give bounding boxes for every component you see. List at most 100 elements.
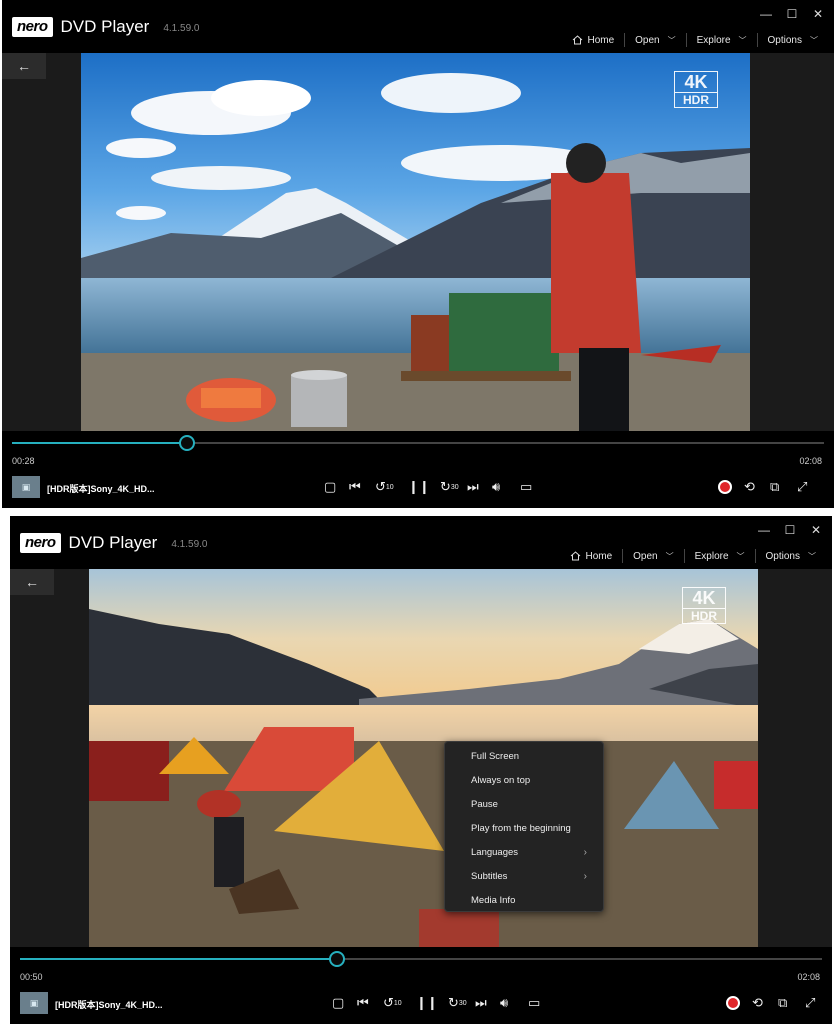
minimize-button[interactable]: — xyxy=(754,522,774,538)
seek-bar[interactable] xyxy=(12,435,824,451)
menu-home-label: Home xyxy=(585,550,613,562)
menu-home[interactable]: Home xyxy=(560,548,622,564)
picture-in-picture-icon: ⧉ xyxy=(778,995,788,1010)
subtitles-button[interactable]: ▭ xyxy=(520,478,532,496)
stop-button[interactable]: ▢ xyxy=(332,994,344,1012)
menu-explore-label: Explore xyxy=(696,34,731,46)
rewind-button[interactable]: ↺ 10 xyxy=(375,478,394,496)
minimize-button[interactable]: — xyxy=(756,6,776,22)
volume-button[interactable]: 🔊︎ xyxy=(492,478,500,496)
context-item-subtitles[interactable]: Subtitles › xyxy=(445,865,603,889)
rewind-10-icon: ↺ xyxy=(383,995,394,1010)
top-menu: Home Open ﹀ Explore ﹀ Options ﹀ xyxy=(562,32,828,48)
home-icon xyxy=(573,35,583,45)
picture-in-picture-icon: ⧉ xyxy=(770,479,780,494)
fullscreen-button[interactable]: ⤢ xyxy=(805,994,815,1012)
media-thumbnail[interactable]: ▣ xyxy=(12,476,40,498)
context-item-languages[interactable]: Languages › xyxy=(445,841,603,865)
record-button[interactable] xyxy=(718,478,732,496)
app-logo: nero DVD Player 4.1.59.0 xyxy=(20,533,207,553)
menu-options[interactable]: Options ﹀ xyxy=(756,548,826,564)
repeat-button[interactable]: ⟲ xyxy=(752,994,763,1012)
app-title: DVD Player xyxy=(60,17,150,36)
chevron-right-icon: › xyxy=(583,871,587,882)
nero-logo: nero xyxy=(12,17,53,37)
subtitles-icon: ▭ xyxy=(528,995,541,1010)
back-button[interactable]: ← xyxy=(10,569,54,595)
menu-explore[interactable]: Explore ﹀ xyxy=(685,548,755,564)
volume-button[interactable]: 🔊︎ xyxy=(500,994,508,1012)
forward-30-icon: ↻ xyxy=(448,995,459,1010)
media-thumbnail[interactable]: ▣ xyxy=(20,992,48,1014)
seek-bar-played xyxy=(20,958,337,960)
close-button[interactable]: ✕ xyxy=(808,6,828,22)
context-item-pause[interactable]: Pause xyxy=(445,793,603,817)
context-item-full-screen[interactable]: Full Screen xyxy=(445,745,603,769)
context-item-label: Full Screen xyxy=(471,751,520,762)
previous-button[interactable]: ⏮ xyxy=(349,478,361,496)
skip-next-icon: ⏭ xyxy=(467,479,479,494)
chevron-right-icon: › xyxy=(583,847,587,858)
seek-bar[interactable] xyxy=(20,951,822,967)
context-item-play-from-beginning[interactable]: Play from the beginning xyxy=(445,817,603,841)
video-scene-campsite-sunset xyxy=(89,569,758,947)
maximize-button[interactable]: ☐ xyxy=(782,6,802,22)
pause-button[interactable]: ❙❙ xyxy=(416,994,438,1012)
rewind-button[interactable]: ↺ 10 xyxy=(383,994,402,1012)
rewind-seconds: 10 xyxy=(393,999,402,1007)
media-file-name: [HDR版本]Sony_4K_HD... xyxy=(55,1000,163,1010)
next-button[interactable]: ⏭ xyxy=(475,994,487,1012)
repeat-icon: ⟲ xyxy=(752,995,763,1010)
window-controls: — ☐ ✕ xyxy=(756,6,828,22)
context-menu: Full Screen Always on top Pause Play fro… xyxy=(444,741,604,912)
back-button[interactable]: ← xyxy=(2,53,46,79)
video-frame[interactable]: 4K HDR xyxy=(81,53,750,431)
context-item-media-info[interactable]: Media Info xyxy=(445,889,603,913)
seek-handle[interactable] xyxy=(328,951,345,967)
pause-button[interactable]: ❙❙ xyxy=(408,478,430,496)
forward-button[interactable]: ↻ 30 xyxy=(440,478,459,496)
menu-options[interactable]: Options ﹀ xyxy=(758,32,828,48)
hdr-label: HDR xyxy=(674,92,718,108)
current-time: 00:28 xyxy=(12,456,35,466)
subtitles-button[interactable]: ▭ xyxy=(528,994,540,1012)
forward-button[interactable]: ↻ 30 xyxy=(448,994,467,1012)
context-item-always-on-top[interactable]: Always on top xyxy=(445,769,603,793)
arrow-left-icon: ← xyxy=(25,574,39,590)
previous-button[interactable]: ⏮ xyxy=(357,994,369,1012)
record-button[interactable] xyxy=(726,994,740,1012)
menu-open[interactable]: Open ﹀ xyxy=(625,32,685,48)
video-frame[interactable]: 4K HDR xyxy=(89,569,758,947)
forward-seconds: 30 xyxy=(450,483,459,491)
top-menu: Home Open ﹀ Explore ﹀ Options ﹀ xyxy=(560,548,826,564)
repeat-button[interactable]: ⟲ xyxy=(744,478,755,496)
fullscreen-icon: ⤢ xyxy=(797,479,808,494)
total-time: 02:08 xyxy=(797,972,820,982)
maximize-button[interactable]: ☐ xyxy=(780,522,800,538)
picture-in-picture-button[interactable]: ⧉ xyxy=(778,994,787,1012)
chevron-down-icon: ﹀ xyxy=(808,551,816,561)
next-button[interactable]: ⏭ xyxy=(467,478,479,496)
stop-button[interactable]: ▢ xyxy=(324,478,336,496)
close-button[interactable]: ✕ xyxy=(806,522,826,538)
subtitles-icon: ▭ xyxy=(520,479,533,494)
picture-in-picture-button[interactable]: ⧉ xyxy=(770,478,779,496)
menu-explore[interactable]: Explore ﹀ xyxy=(687,32,757,48)
fullscreen-button[interactable]: ⤢ xyxy=(797,478,807,496)
skip-previous-icon: ⏮ xyxy=(357,995,369,1010)
chevron-down-icon: ﹀ xyxy=(667,35,676,45)
video-stage[interactable]: ← 4K HDR xyxy=(2,53,834,431)
menu-open[interactable]: Open ﹀ xyxy=(623,548,683,564)
context-item-label: Subtitles xyxy=(471,871,508,882)
4k-label: 4K xyxy=(674,71,718,92)
context-item-label: Media Info xyxy=(471,895,516,906)
rewind-10-icon: ↺ xyxy=(375,479,386,494)
forward-seconds: 30 xyxy=(458,999,467,1007)
video-stage[interactable]: ← 4K HDR xyxy=(10,569,832,947)
home-icon xyxy=(571,551,581,561)
media-file-icon: ▣ xyxy=(29,997,39,1008)
record-icon xyxy=(726,996,740,1010)
seek-handle[interactable] xyxy=(178,435,195,451)
app-logo: nero DVD Player 4.1.59.0 xyxy=(12,17,199,37)
menu-home[interactable]: Home xyxy=(562,32,624,48)
